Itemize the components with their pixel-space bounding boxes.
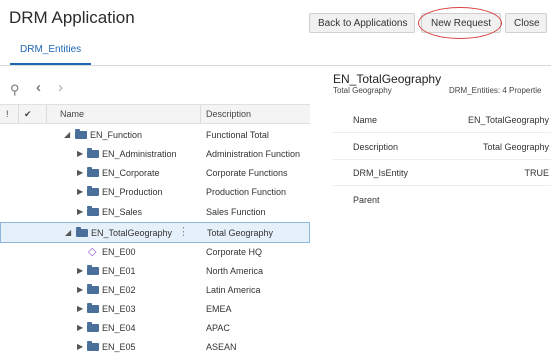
tree-row[interactable]: ▶ EN_Corporate Corporate Functions [0,164,310,183]
annotation-highlight-oval [418,7,502,39]
property-value: TRUE [524,168,550,178]
expand-icon[interactable]: ▶ [77,168,83,177]
property-row[interactable]: Name EN_TotalGeography [333,108,551,133]
column-header-check[interactable]: ✔ [24,105,32,123]
expand-icon[interactable]: ▶ [77,285,83,294]
tree-row[interactable]: ▶ EN_E04 APAC [0,319,310,338]
row-description: Corporate Functions [206,168,288,178]
folder-icon [75,129,87,139]
tree-row[interactable]: ▶ EN_Administration Administration Funct… [0,145,310,164]
collapse-icon[interactable]: ◢ [64,130,70,139]
row-name: EN_Sales [102,207,143,217]
row-description: ASEAN [206,342,237,352]
row-name: EN_E00 [102,247,136,257]
leaf-node-icon: ◇ [88,246,97,258]
chevron-left-icon[interactable]: ‹ [36,79,41,96]
row-description: Sales Function [206,207,266,217]
row-name: EN_E03 [102,304,136,314]
folder-icon [87,167,99,177]
detail-subtitle: Total Geography [333,86,392,95]
expand-icon[interactable]: ▶ [77,342,83,351]
folder-icon [87,322,99,332]
property-row[interactable]: Description Total Geography [333,135,551,160]
property-label: Name [353,115,378,125]
column-header-name[interactable]: Name [60,105,84,123]
expand-icon[interactable]: ▶ [77,149,83,158]
column-header-flag[interactable]: ! [6,105,9,123]
tree-row[interactable]: ▶ EN_E01 North America [0,262,310,281]
row-description: Corporate HQ [206,247,263,257]
column-divider [200,105,201,123]
folder-icon [87,148,99,158]
property-value: EN_TotalGeography [467,115,549,125]
folder-icon [87,265,99,275]
expand-icon[interactable]: ▶ [77,304,83,313]
property-row[interactable]: Parent [333,188,551,212]
row-name: EN_Administration [102,149,177,159]
row-name: EN_E05 [102,342,136,352]
tree-row[interactable]: ▶ EN_E02 Latin America [0,281,310,300]
tree-row-selected[interactable]: ◢ EN_TotalGeography ⋮ Total Geography [0,222,310,243]
row-description: EMEA [206,304,232,314]
property-row[interactable]: DRM_IsEntity TRUE [333,161,551,186]
expand-icon[interactable]: ▶ [77,207,83,216]
property-label: Description [353,142,399,152]
row-name: EN_Production [102,187,163,197]
folder-icon [87,206,99,216]
property-label: DRM_IsEntity [353,168,409,178]
tree-row[interactable]: ◇ EN_E00 Corporate HQ [0,243,310,262]
row-description: APAC [206,323,230,333]
tree-row[interactable]: ▶ EN_Sales Sales Function [0,203,310,222]
folder-icon [76,227,88,237]
close-button[interactable]: Close [505,13,547,33]
column-divider [46,105,47,123]
detail-title: EN_TotalGeography [333,72,442,86]
row-name: EN_Corporate [102,168,160,178]
row-description: North America [206,266,264,276]
row-name: EN_Function [90,130,143,140]
row-description: Production Function [206,187,287,197]
row-name: EN_E01 [102,266,136,276]
row-description: Latin America [206,285,261,295]
column-header-description[interactable]: Description [206,105,251,123]
chevron-right-icon[interactable]: › [58,79,63,96]
collapse-icon[interactable]: ◢ [65,228,71,237]
row-description: Functional Total [206,130,269,140]
folder-icon [87,303,99,313]
property-value: Total Geography [482,142,549,152]
detail-properties-label: DRM_Entities: 4 Propertie [449,86,542,95]
row-description: Administration Function [206,149,301,159]
row-description: Total Geography [207,228,274,238]
row-name: EN_TotalGeography [91,228,173,238]
search-icon[interactable]: ⚲ [10,82,20,98]
row-name: EN_E02 [102,285,136,295]
folder-icon [87,284,99,294]
tree-row[interactable]: ◢ EN_Function Functional Total [0,126,310,145]
more-options-icon[interactable]: ⋮ [178,225,189,238]
expand-icon[interactable]: ▶ [77,323,83,332]
tree-row[interactable]: ▶ EN_E03 EMEA [0,300,310,319]
column-divider [18,105,19,123]
tree-row[interactable]: ▶ EN_E05 ASEAN [0,338,310,357]
expand-icon[interactable]: ▶ [77,187,83,196]
folder-icon [87,341,99,351]
property-label: Parent [353,195,380,205]
grid-header: ! ✔ Name Description [0,104,310,124]
tab-drm-entities[interactable]: DRM_Entities [10,38,92,65]
row-name: EN_E04 [102,323,136,333]
app-title: DRM Application [9,8,135,27]
tree-row[interactable]: ▶ EN_Production Production Function [0,183,310,202]
folder-icon [87,186,99,196]
expand-icon[interactable]: ▶ [77,266,83,275]
back-to-applications-button[interactable]: Back to Applications [309,13,415,33]
